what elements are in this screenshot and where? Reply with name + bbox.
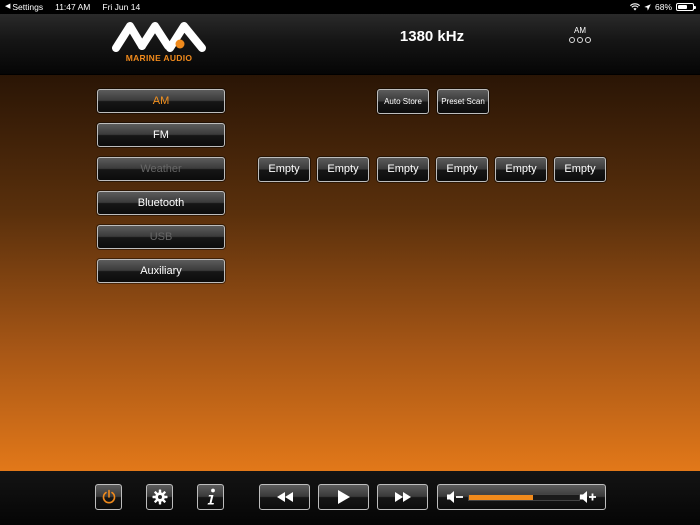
gear-icon	[152, 489, 167, 505]
location-icon	[644, 3, 651, 11]
status-bar: ◀ Settings 11:47 AM Fri Jun 14 68%	[0, 0, 700, 14]
logo-mark	[112, 22, 206, 52]
band-label: AM	[574, 26, 586, 35]
fast-forward-icon	[394, 492, 411, 502]
signal-dot	[577, 37, 583, 43]
volume-down-icon[interactable]	[446, 490, 464, 504]
status-bar-left: ◀ Settings 11:47 AM Fri Jun 14	[5, 0, 140, 14]
volume-slider[interactable]	[468, 494, 580, 501]
fast-forward-button[interactable]	[377, 484, 428, 510]
band-indicator: AM	[560, 26, 600, 43]
back-to-settings[interactable]: ◀ Settings	[5, 0, 43, 14]
power-button[interactable]	[95, 484, 122, 510]
wifi-icon	[630, 3, 640, 11]
rewind-icon	[276, 492, 293, 502]
signal-dots	[560, 37, 600, 43]
source-usb-button[interactable]: USB	[97, 225, 225, 249]
rewind-button[interactable]	[259, 484, 310, 510]
source-auxiliary-button[interactable]: Auxiliary	[97, 259, 225, 283]
status-time: 11:47 AM	[55, 2, 91, 12]
volume-up-icon[interactable]	[579, 490, 597, 504]
status-bar-right: 68%	[630, 0, 696, 14]
battery-percent: 68%	[654, 2, 672, 12]
signal-dot	[569, 37, 575, 43]
info-button[interactable]	[197, 484, 224, 510]
preset-3-button[interactable]: Empty	[377, 157, 429, 182]
settings-button[interactable]	[146, 484, 173, 510]
preset-5-button[interactable]: Empty	[495, 157, 547, 182]
source-weather-button[interactable]: Weather	[97, 157, 225, 181]
play-icon	[337, 490, 350, 504]
back-arrow-icon: ◀	[5, 3, 11, 10]
source-bluetooth-button[interactable]: Bluetooth	[97, 191, 225, 215]
logo-text: MARINE AUDIO	[125, 53, 193, 63]
header: MARINE AUDIO 1380 kHz AM	[0, 14, 700, 75]
preset-2-button[interactable]: Empty	[317, 157, 369, 182]
preset-scan-button[interactable]: Preset Scan	[437, 89, 489, 114]
back-label: Settings	[12, 2, 44, 12]
frequency-display: 1380 kHz	[399, 28, 465, 45]
preset-4-button[interactable]: Empty	[436, 157, 488, 182]
info-icon	[207, 488, 215, 505]
play-button[interactable]	[318, 484, 369, 510]
source-am-button[interactable]: AM	[97, 89, 225, 113]
auto-store-button[interactable]: Auto Store	[377, 89, 429, 114]
volume-control	[437, 484, 606, 510]
preset-1-button[interactable]: Empty	[258, 157, 310, 182]
footer-controls	[0, 471, 700, 525]
volume-level	[469, 495, 533, 500]
status-date: Fri Jun 14	[102, 2, 141, 12]
marine-audio-logo: MARINE AUDIO	[108, 16, 210, 64]
power-icon	[102, 489, 115, 504]
source-fm-button[interactable]: FM	[97, 123, 225, 147]
preset-6-button[interactable]: Empty	[554, 157, 606, 182]
main-panel: AM FM Weather Bluetooth USB Auxiliary Au…	[0, 75, 700, 471]
battery-icon	[676, 3, 696, 11]
battery-level	[678, 5, 687, 9]
signal-dot	[585, 37, 591, 43]
